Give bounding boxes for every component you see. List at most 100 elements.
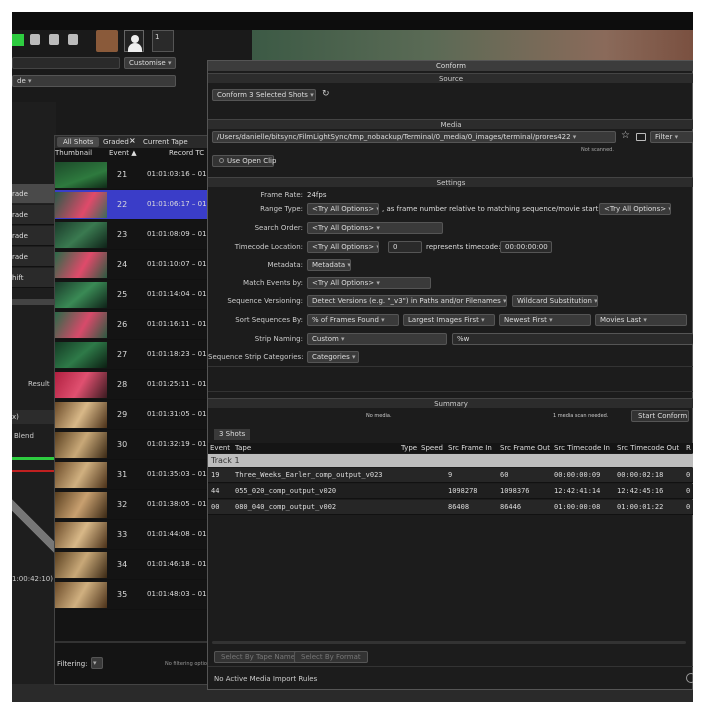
left-search-field[interactable] — [12, 57, 120, 69]
col-type[interactable]: Type — [401, 443, 417, 453]
import-rules-icon[interactable] — [686, 673, 693, 683]
select-by-format-button[interactable]: Select By Format — [294, 651, 368, 663]
tab-current-tape[interactable]: Current Tape — [143, 137, 188, 147]
toolbar-icon-3[interactable] — [68, 34, 78, 45]
shot-row[interactable]: 23 01:01:08:09 – 01 — [55, 220, 211, 250]
range-type-relative-dropdown[interactable]: <Try All Options> — [599, 203, 671, 215]
sort-criterion-3-dropdown[interactable]: Newest First — [499, 314, 591, 326]
col-src-frame-out[interactable]: Src Frame Out — [500, 443, 550, 453]
shot-row[interactable]: 26 01:01:16:11 – 01 — [55, 310, 211, 340]
select-by-tape-name-button[interactable]: Select By Tape Name — [214, 651, 303, 663]
shot-row-selected[interactable]: 22 01:01:06:17 – 01 — [55, 190, 211, 220]
left-panel-divider — [12, 299, 56, 305]
use-open-clip-toggle[interactable]: Use Open Clip — [212, 155, 276, 167]
left-panel-item-1[interactable]: rade — [12, 205, 56, 225]
metadata-dropdown[interactable]: Metadata — [307, 259, 351, 271]
table-row[interactable]: 19 Three_Weeks_Earler_comp_output_v023 9… — [208, 468, 693, 483]
blend-label: Blend — [14, 432, 34, 440]
close-icon[interactable]: × — [129, 136, 136, 145]
filter-button[interactable]: Filter — [650, 131, 693, 143]
col-thumbnail[interactable]: Thumbnail — [55, 149, 92, 157]
shot-row[interactable]: 25 01:01:14:04 – 01 — [55, 280, 211, 310]
represents-timecode-input[interactable]: 00:00:00:00 — [500, 241, 552, 253]
metadata-label: Metadata: — [267, 261, 303, 269]
left-x-row[interactable]: x) — [12, 410, 56, 424]
strip-naming-dropdown[interactable]: Custom — [307, 333, 447, 345]
toolbar-icon-1[interactable] — [30, 34, 40, 45]
left-panel-item-2[interactable]: rade — [12, 226, 56, 246]
col-r[interactable]: R — [686, 443, 691, 453]
shots-count-tab[interactable]: 3 Shots — [214, 429, 251, 440]
col-src-timecode-in[interactable]: Src Timecode In — [554, 443, 610, 453]
start-conform-button[interactable]: Start Conform — [631, 410, 689, 422]
shot-row[interactable]: 29 01:01:31:05 – 01 — [55, 400, 211, 430]
left-panel-item-4[interactable]: hift — [12, 268, 56, 288]
table-row[interactable]: 00 080_040_comp_output_v002 86408 86446 … — [208, 500, 693, 515]
table-scrollbar[interactable] — [212, 641, 686, 644]
wildcard-substitution-dropdown[interactable]: Wildcard Substitution — [512, 295, 598, 307]
green-indicator[interactable] — [12, 34, 24, 46]
source-dropdown[interactable]: Conform 3 Selected Shots — [212, 89, 316, 101]
match-events-label: Match Events by: — [243, 279, 303, 287]
settings-divider — [208, 366, 693, 367]
shot-row[interactable]: 35 01:01:48:03 – 01 — [55, 580, 211, 610]
sort-criterion-4-dropdown[interactable]: Movies Last — [595, 314, 687, 326]
col-speed[interactable]: Speed — [421, 443, 443, 453]
shot-row[interactable]: 34 01:01:46:18 – 01 — [55, 550, 211, 580]
shot-thumbnail — [55, 342, 107, 368]
shot-thumbnail — [55, 552, 107, 578]
shot-row[interactable]: 28 01:01:25:11 – 01 — [55, 370, 211, 400]
shot-row[interactable]: 33 01:01:44:08 – 01 — [55, 520, 211, 550]
media-path-dropdown[interactable]: /Users/danielle/bitsync/FilmLightSync/tm… — [212, 131, 616, 143]
user-silhouette-icon[interactable] — [124, 30, 144, 52]
shot-thumbnail — [55, 462, 107, 488]
shot-thumbnail — [55, 222, 107, 248]
sort-criterion-2-dropdown[interactable]: Largest Images First — [403, 314, 495, 326]
col-src-timecode-out[interactable]: Src Timecode Out — [617, 443, 679, 453]
shot-thumbnail — [55, 492, 107, 518]
shot-row[interactable]: 21 01:01:03:16 – 01 — [55, 160, 211, 190]
conform-title-bar: Conform — [208, 61, 693, 71]
star-icon[interactable]: ☆ — [621, 130, 630, 141]
sort-criterion-1-dropdown[interactable]: % of Frames Found — [307, 314, 399, 326]
folder-icon[interactable] — [636, 133, 646, 141]
customise-dropdown[interactable]: Customise — [124, 57, 176, 69]
shot-row[interactable]: 24 01:01:10:07 – 01 — [55, 250, 211, 280]
user-avatar-icon[interactable] — [96, 30, 118, 52]
toolbar-icon-2[interactable] — [49, 34, 59, 45]
match-events-dropdown[interactable]: <Try All Options> — [307, 277, 431, 289]
shots-list: 21 01:01:03:16 – 01 22 01:01:06:17 – 01 23… — [55, 160, 211, 640]
shots-panel: All Shots Graded × Current Tape Thumbnai… — [54, 135, 211, 685]
filter-dropdown[interactable] — [91, 657, 103, 669]
track-row[interactable]: Track 1 — [208, 454, 693, 467]
sort-sequences-label: Sort Sequences By: — [235, 316, 303, 324]
table-row[interactable]: 44 055_020_comp_output_v020 1098278 1098… — [208, 484, 693, 499]
shot-row[interactable]: 30 01:01:32:19 – 01 — [55, 430, 211, 460]
shot-row[interactable]: 31 01:01:35:03 – 01 — [55, 460, 211, 490]
refresh-icon[interactable]: ↻ — [322, 89, 330, 99]
tab-graded[interactable]: Graded — [103, 137, 129, 147]
summary-header: Summary — [208, 398, 693, 408]
left-timecode: 1:00:42:10) — [12, 575, 53, 583]
tab-all-shots[interactable]: All Shots — [57, 137, 100, 147]
col-event[interactable]: Event ▲ — [109, 149, 137, 157]
col-record-tc[interactable]: Record TC — [169, 149, 204, 157]
col-src-frame-in[interactable]: Src Frame In — [448, 443, 492, 453]
strip-naming-pattern-input[interactable]: %w — [452, 333, 693, 345]
no-active-import-rules: No Active Media Import Rules — [214, 675, 318, 683]
col-tape[interactable]: Tape — [235, 443, 251, 453]
left-panel-item-0[interactable]: rade — [12, 184, 56, 204]
timecode-location-dropdown[interactable]: <Try All Options> — [307, 241, 379, 253]
range-type-dropdown[interactable]: <Try All Options> — [307, 203, 379, 215]
left-panel-item-3[interactable]: rade — [12, 247, 56, 267]
col-event[interactable]: Event — [210, 443, 230, 453]
left-mode-dropdown[interactable]: de — [12, 75, 176, 87]
timecode-offset-input[interactable]: 0 — [388, 241, 422, 253]
shot-row[interactable]: 32 01:01:38:05 – 01 — [55, 490, 211, 520]
shot-thumbnail — [55, 372, 107, 398]
sequence-versioning-dropdown[interactable]: Detect Versions (e.g. "_v3") in Paths an… — [307, 295, 507, 307]
shot-row[interactable]: 27 01:01:18:23 – 01 — [55, 340, 211, 370]
search-order-dropdown[interactable]: <Try All Options> — [307, 222, 443, 234]
counter-dropdown[interactable]: 1 — [152, 30, 174, 52]
sequence-strip-categories-dropdown[interactable]: Categories — [307, 351, 359, 363]
